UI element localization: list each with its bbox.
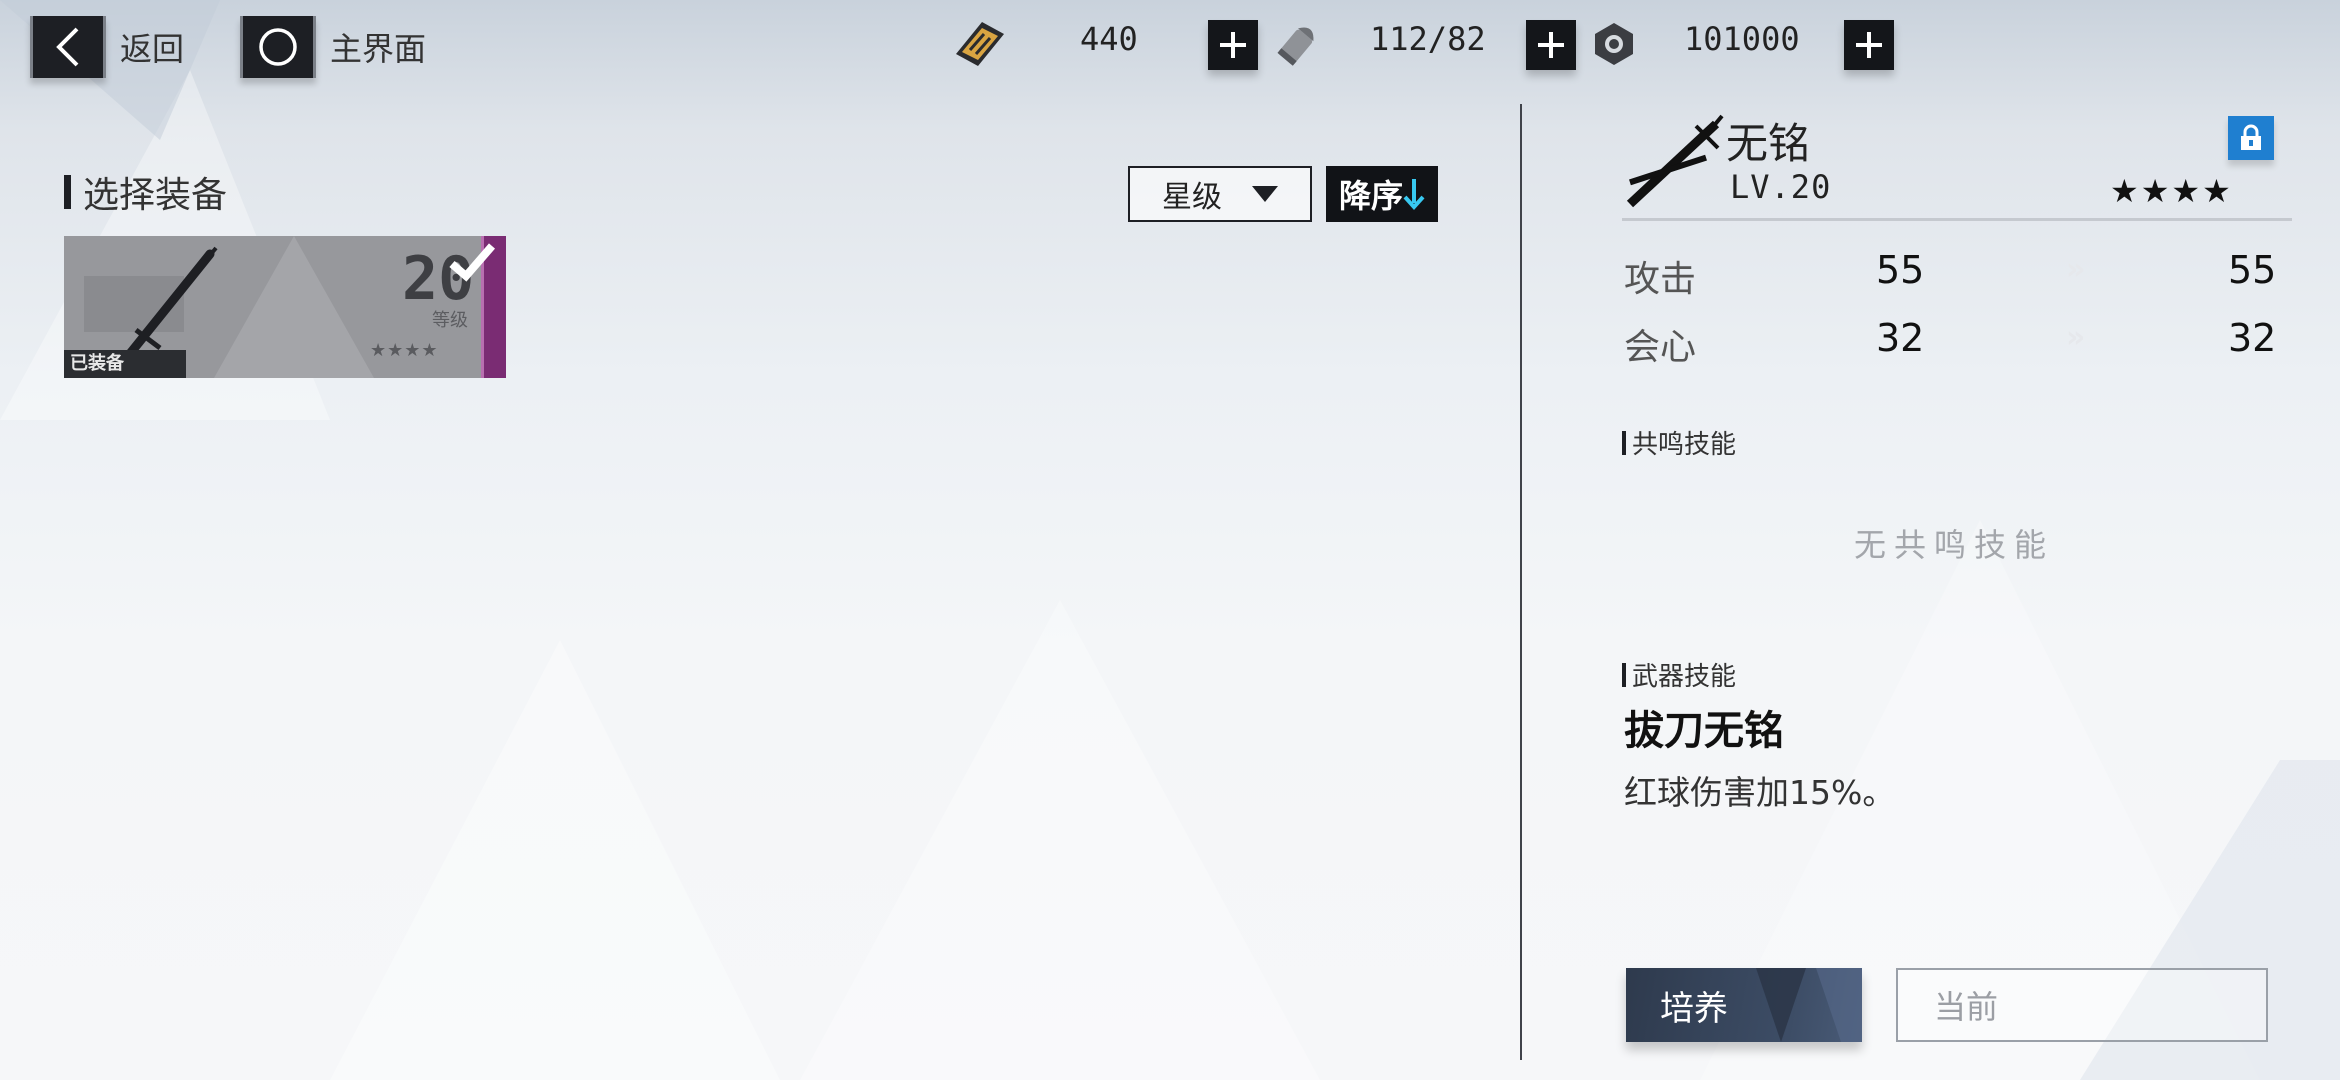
weapon-level: LV.20 xyxy=(1730,168,1832,206)
ticket-icon xyxy=(956,22,1004,66)
heading-bar-marker xyxy=(1622,430,1626,455)
select-equipment-title: 选择装备 xyxy=(64,166,227,218)
stat-attack-current: 55 xyxy=(1876,248,1925,292)
chevron-down-icon xyxy=(1252,186,1278,202)
stat-attack-next: 55 xyxy=(2228,248,2277,292)
stamina-value: 440 xyxy=(1080,20,1138,58)
sort-field-dropdown[interactable]: 星级 xyxy=(1128,166,1312,222)
nuts-value: 101000 xyxy=(1684,20,1800,58)
plus-icon xyxy=(1856,32,1882,58)
sort-field-label: 星级 xyxy=(1162,180,1222,215)
resonance-skill-heading: 共鸣技能 xyxy=(1622,424,1736,461)
stat-crit-next: 32 xyxy=(2228,316,2277,360)
heading-bar-marker xyxy=(1622,662,1626,687)
plus-icon xyxy=(1538,32,1564,58)
plus-icon xyxy=(1220,32,1246,58)
weapon-name: 无铭 xyxy=(1726,119,1811,168)
bullet-icon xyxy=(1277,27,1314,66)
ammo-value: 112/82 xyxy=(1370,20,1486,58)
resonance-empty-text: 无共鸣技能 xyxy=(1854,526,2055,564)
stat-attack-label: 攻击 xyxy=(1624,259,1697,300)
current-button[interactable]: 当前 xyxy=(1896,968,2268,1042)
weapon-skill-title: 武器技能 xyxy=(1632,662,1737,692)
header-divider xyxy=(1622,218,2292,221)
sort-order-button[interactable]: 降序 xyxy=(1326,166,1438,222)
home-label: 主界面 xyxy=(330,30,427,68)
chevron-right-icon: » xyxy=(2066,320,2086,355)
card-stars: ★★★★ xyxy=(370,340,439,361)
back-label: 返回 xyxy=(120,30,185,68)
current-label: 当前 xyxy=(1934,988,1999,1026)
stat-crit-current: 32 xyxy=(1876,316,1925,360)
sort-order-label: 降序 xyxy=(1338,177,1403,215)
weapon-sword-icon xyxy=(1626,114,1724,208)
lock-icon xyxy=(2241,124,2261,150)
stat-crit-label: 会心 xyxy=(1624,327,1697,368)
arrow-down-icon xyxy=(1403,179,1425,210)
add-stamina-button[interactable] xyxy=(1208,20,1258,70)
lock-button[interactable] xyxy=(2228,116,2274,160)
weapon-skill-heading: 武器技能 xyxy=(1622,656,1736,693)
skill-description: 红球伤害加15%。 xyxy=(1624,773,1896,812)
card-level-label: 等级 xyxy=(432,310,468,331)
home-circle-icon xyxy=(240,16,316,78)
select-equipment-label: 选择装备 xyxy=(83,175,228,216)
nut-icon xyxy=(1595,23,1633,65)
add-ammo-button[interactable] xyxy=(1526,20,1576,70)
button-decoration xyxy=(1756,968,1862,1042)
train-label: 培养 xyxy=(1660,988,1728,1029)
home-button[interactable]: 主界面 xyxy=(240,16,426,78)
skill-name: 拔刀无铭 xyxy=(1624,708,1784,754)
equipped-badge: 已装备 xyxy=(64,350,186,378)
title-bar-marker xyxy=(64,175,71,209)
back-arrow-icon xyxy=(30,16,106,78)
checkmark-icon xyxy=(449,243,496,282)
resonance-skill-title: 共鸣技能 xyxy=(1632,430,1737,460)
back-button[interactable]: 返回 xyxy=(30,16,184,78)
weapon-stars: ★★★★ xyxy=(2110,172,2233,210)
chevron-right-icon: » xyxy=(2066,252,2086,287)
panel-divider xyxy=(1520,104,1522,1060)
train-button[interactable]: 培养 xyxy=(1626,968,1862,1042)
equipment-card[interactable]: 20 等级 ★★★★ 已装备 xyxy=(64,236,506,378)
add-nuts-button[interactable] xyxy=(1844,20,1894,70)
